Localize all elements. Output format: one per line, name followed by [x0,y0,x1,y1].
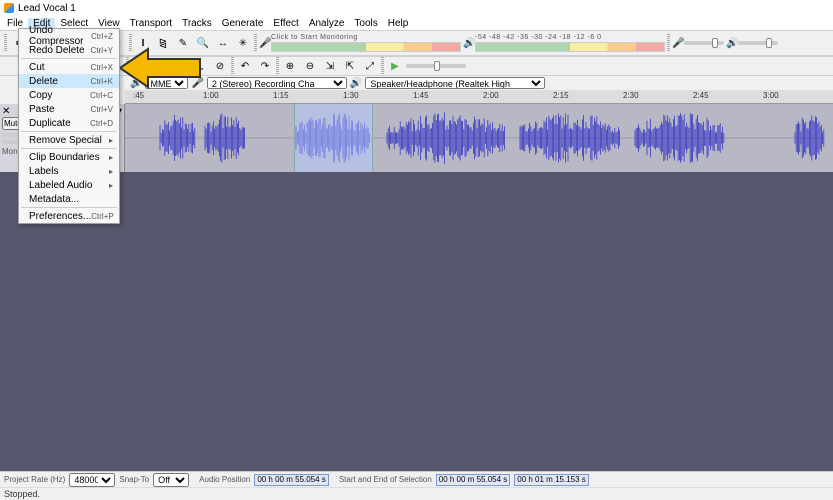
toolbar-grip[interactable] [276,57,279,75]
timeshift-tool[interactable]: ↔ [214,34,232,52]
edit-menu-dropdown[interactable]: Undo CompressorCtrl+ZRedo DeleteCtrl+Y Cu… [18,28,120,224]
play-meter-ticks: -54 -48 -42 -36 -30 -24 -18 -12 -6 0 [475,34,665,41]
project-rate-select[interactable]: 48000 [69,473,115,487]
toolbar-grip[interactable] [667,34,670,52]
app-icon [4,3,14,13]
sel-start[interactable]: 00 h 00 m 55.054 s [436,474,511,486]
multi-tool[interactable]: ✳ [234,34,252,52]
record-meter[interactable] [271,42,461,52]
silence-button[interactable]: ⊘ [211,57,229,75]
window-title: Lead Vocal 1 [18,3,76,14]
menubar[interactable]: FileEditSelectViewTransportTracksGenerat… [0,16,833,30]
menu-item-redo-delete[interactable]: Redo DeleteCtrl+Y [19,43,119,57]
mic-slider-icon: 🎤 [672,38,682,48]
titlebar: Lead Vocal 1 [0,0,833,16]
playback-device-select[interactable]: Speaker/Headphone (Realtek High [365,77,545,89]
track-background[interactable] [0,172,833,480]
menu-file[interactable]: File [2,18,28,29]
speaker-icon: 🔊 [463,38,473,48]
menu-item-delete[interactable]: DeleteCtrl+K [19,74,119,88]
record-channels-select[interactable]: 2 (Stereo) Recording Cha [207,77,347,89]
zoom-in-button[interactable]: ⊕ [281,57,299,75]
record-meter-hint[interactable]: Click to Start Monitoring [271,34,461,41]
status-bar: Stopped. [0,488,833,500]
toolbar-grip[interactable] [231,57,234,75]
zoom-out-button[interactable]: ⊖ [301,57,319,75]
waveform[interactable] [125,104,833,172]
sel-end[interactable]: 00 h 01 m 15.153 s [514,474,589,486]
play-device-icon: 🔊 [350,78,362,89]
ruler-tick: 1:15 [273,91,289,100]
selection-toolbar: Project Rate (Hz) 48000 Snap-To Off Audi… [0,472,833,488]
menu-transport[interactable]: Transport [125,18,177,29]
toolbar-grip[interactable] [4,34,7,52]
menu-effect[interactable]: Effect [268,18,303,29]
ruler-tick: 1:30 [343,91,359,100]
ruler-tick: 1:00 [203,91,219,100]
menu-item-remove-special[interactable]: Remove Special▸ [19,133,119,147]
fit-selection-button[interactable]: ⇲ [321,57,339,75]
redo-button[interactable]: ↷ [256,57,274,75]
rate-label: Project Rate (Hz) [4,475,65,484]
pos-label: Audio Position [199,475,250,484]
ruler-tick: 3:00 [763,91,779,100]
play-speed-slider[interactable] [406,64,466,68]
mic-icon: 🎤 [259,38,269,48]
snap-label: Snap-To [119,475,149,484]
menu-tools[interactable]: Tools [349,18,382,29]
menu-item-undo-compressor[interactable]: Undo CompressorCtrl+Z [19,29,119,43]
menu-tracks[interactable]: Tracks [177,18,217,29]
menu-view[interactable]: View [93,18,125,29]
menu-analyze[interactable]: Analyze [304,18,350,29]
menu-generate[interactable]: Generate [217,18,269,29]
track: ✕Lead▾ MuteSolo Mono, 32-bit [0,104,833,172]
ruler-tick: 2:00 [483,91,499,100]
undo-button[interactable]: ↶ [236,57,254,75]
menu-item-preferences-[interactable]: Preferences...Ctrl+P [19,209,119,223]
menu-item-copy[interactable]: CopyCtrl+C [19,88,119,102]
playback-volume-slider[interactable] [738,41,778,45]
ruler-tick: 2:15 [553,91,569,100]
zoom-toggle-button[interactable]: ⤢ [361,57,379,75]
menu-help[interactable]: Help [383,18,414,29]
ruler-tick: 2:30 [623,91,639,100]
ruler-tick: 2:45 [693,91,709,100]
toolbar-grip[interactable] [254,34,257,52]
menu-item-cut[interactable]: CutCtrl+X [19,60,119,74]
audio-position[interactable]: 00 h 00 m 55.054 s [254,474,329,486]
time-ruler[interactable]: :45 1:00 1:15 1:30 1:45 2:00 2:15 2:30 2:45 3:00 [125,90,833,104]
speaker-slider-icon: 🔊 [726,38,736,48]
menu-item-clip-boundaries[interactable]: Clip Boundaries▸ [19,150,119,164]
selection-region[interactable] [294,104,373,172]
callout-arrow [120,45,202,91]
menu-item-paste[interactable]: PasteCtrl+V [19,102,119,116]
track-close[interactable]: ✕ [2,106,10,117]
toolbar-grip[interactable] [381,57,384,75]
menu-item-metadata-[interactable]: Metadata... [19,192,119,206]
play-at-speed-button[interactable]: ▶ [386,57,404,75]
snap-select[interactable]: Off [153,473,189,487]
ruler-tick: :45 [133,91,144,100]
ruler-tick: 1:45 [413,91,429,100]
fit-project-button[interactable]: ⇱ [341,57,359,75]
menu-item-labeled-audio[interactable]: Labeled Audio▸ [19,178,119,192]
bottom-panel: Project Rate (Hz) 48000 Snap-To Off Audi… [0,471,833,500]
play-meter[interactable] [475,42,665,52]
sel-label: Start and End of Selection [339,475,432,484]
menu-item-duplicate[interactable]: DuplicateCtrl+D [19,116,119,130]
menu-item-labels[interactable]: Labels▸ [19,164,119,178]
record-volume-slider[interactable] [684,41,724,45]
